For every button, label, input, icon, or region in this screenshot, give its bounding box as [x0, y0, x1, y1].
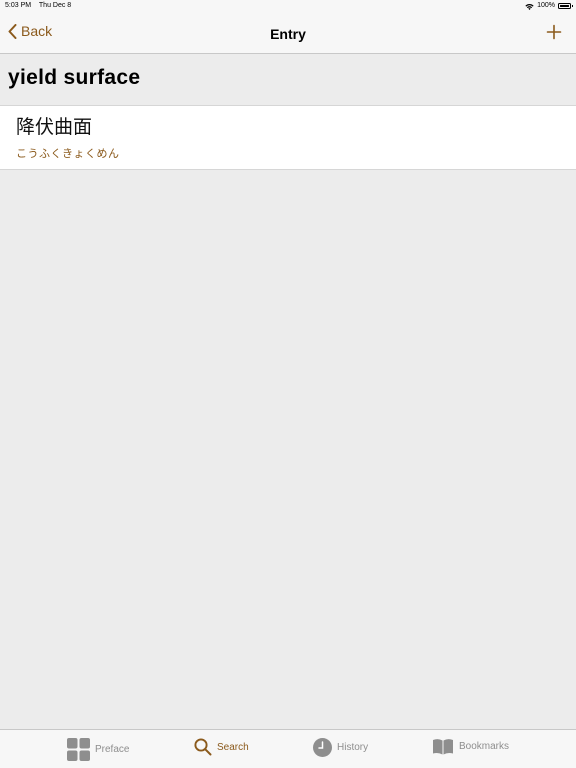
tab-search[interactable]: Search: [194, 738, 249, 756]
navigation-bar: Back Entry: [0, 12, 576, 54]
status-date: Thu Dec 8: [38, 2, 72, 9]
grid-icon: [67, 738, 90, 761]
empty-content-area: [0, 171, 576, 729]
status-bar: 5:03 PM Thu Dec 8 100%: [0, 0, 576, 12]
battery-icon: [558, 3, 573, 9]
status-right: 100%: [525, 0, 573, 12]
tab-preface[interactable]: Preface: [67, 738, 129, 761]
entry-row[interactable]: 降伏曲面 こうふくきょくめん: [0, 106, 576, 170]
tab-bookmarks[interactable]: Bookmarks: [432, 738, 509, 755]
status-left: 5:03 PM Thu Dec 8: [5, 0, 77, 12]
add-button[interactable]: [546, 24, 562, 45]
entry-term: yield surface: [0, 54, 576, 106]
status-time: 5:03 PM: [5, 2, 32, 9]
tab-label: Preface: [95, 744, 130, 755]
entry-reading: こうふくきょくめん: [16, 148, 120, 160]
tab-label: Search: [217, 741, 249, 753]
search-icon: [194, 738, 212, 756]
tab-history[interactable]: History: [313, 738, 368, 757]
battery-percent: 100%: [537, 2, 555, 9]
book-icon: [433, 739, 453, 755]
clock-icon: [313, 738, 332, 757]
tab-label: History: [337, 742, 369, 753]
entry-kanji: 降伏曲面: [16, 117, 93, 138]
page-title: Entry: [270, 26, 306, 42]
wifi-icon: [525, 3, 534, 10]
tab-label: Bookmarks: [459, 741, 510, 752]
tab-bar: Preface Search History Bookmarks: [0, 729, 576, 768]
plus-icon: [546, 24, 562, 40]
